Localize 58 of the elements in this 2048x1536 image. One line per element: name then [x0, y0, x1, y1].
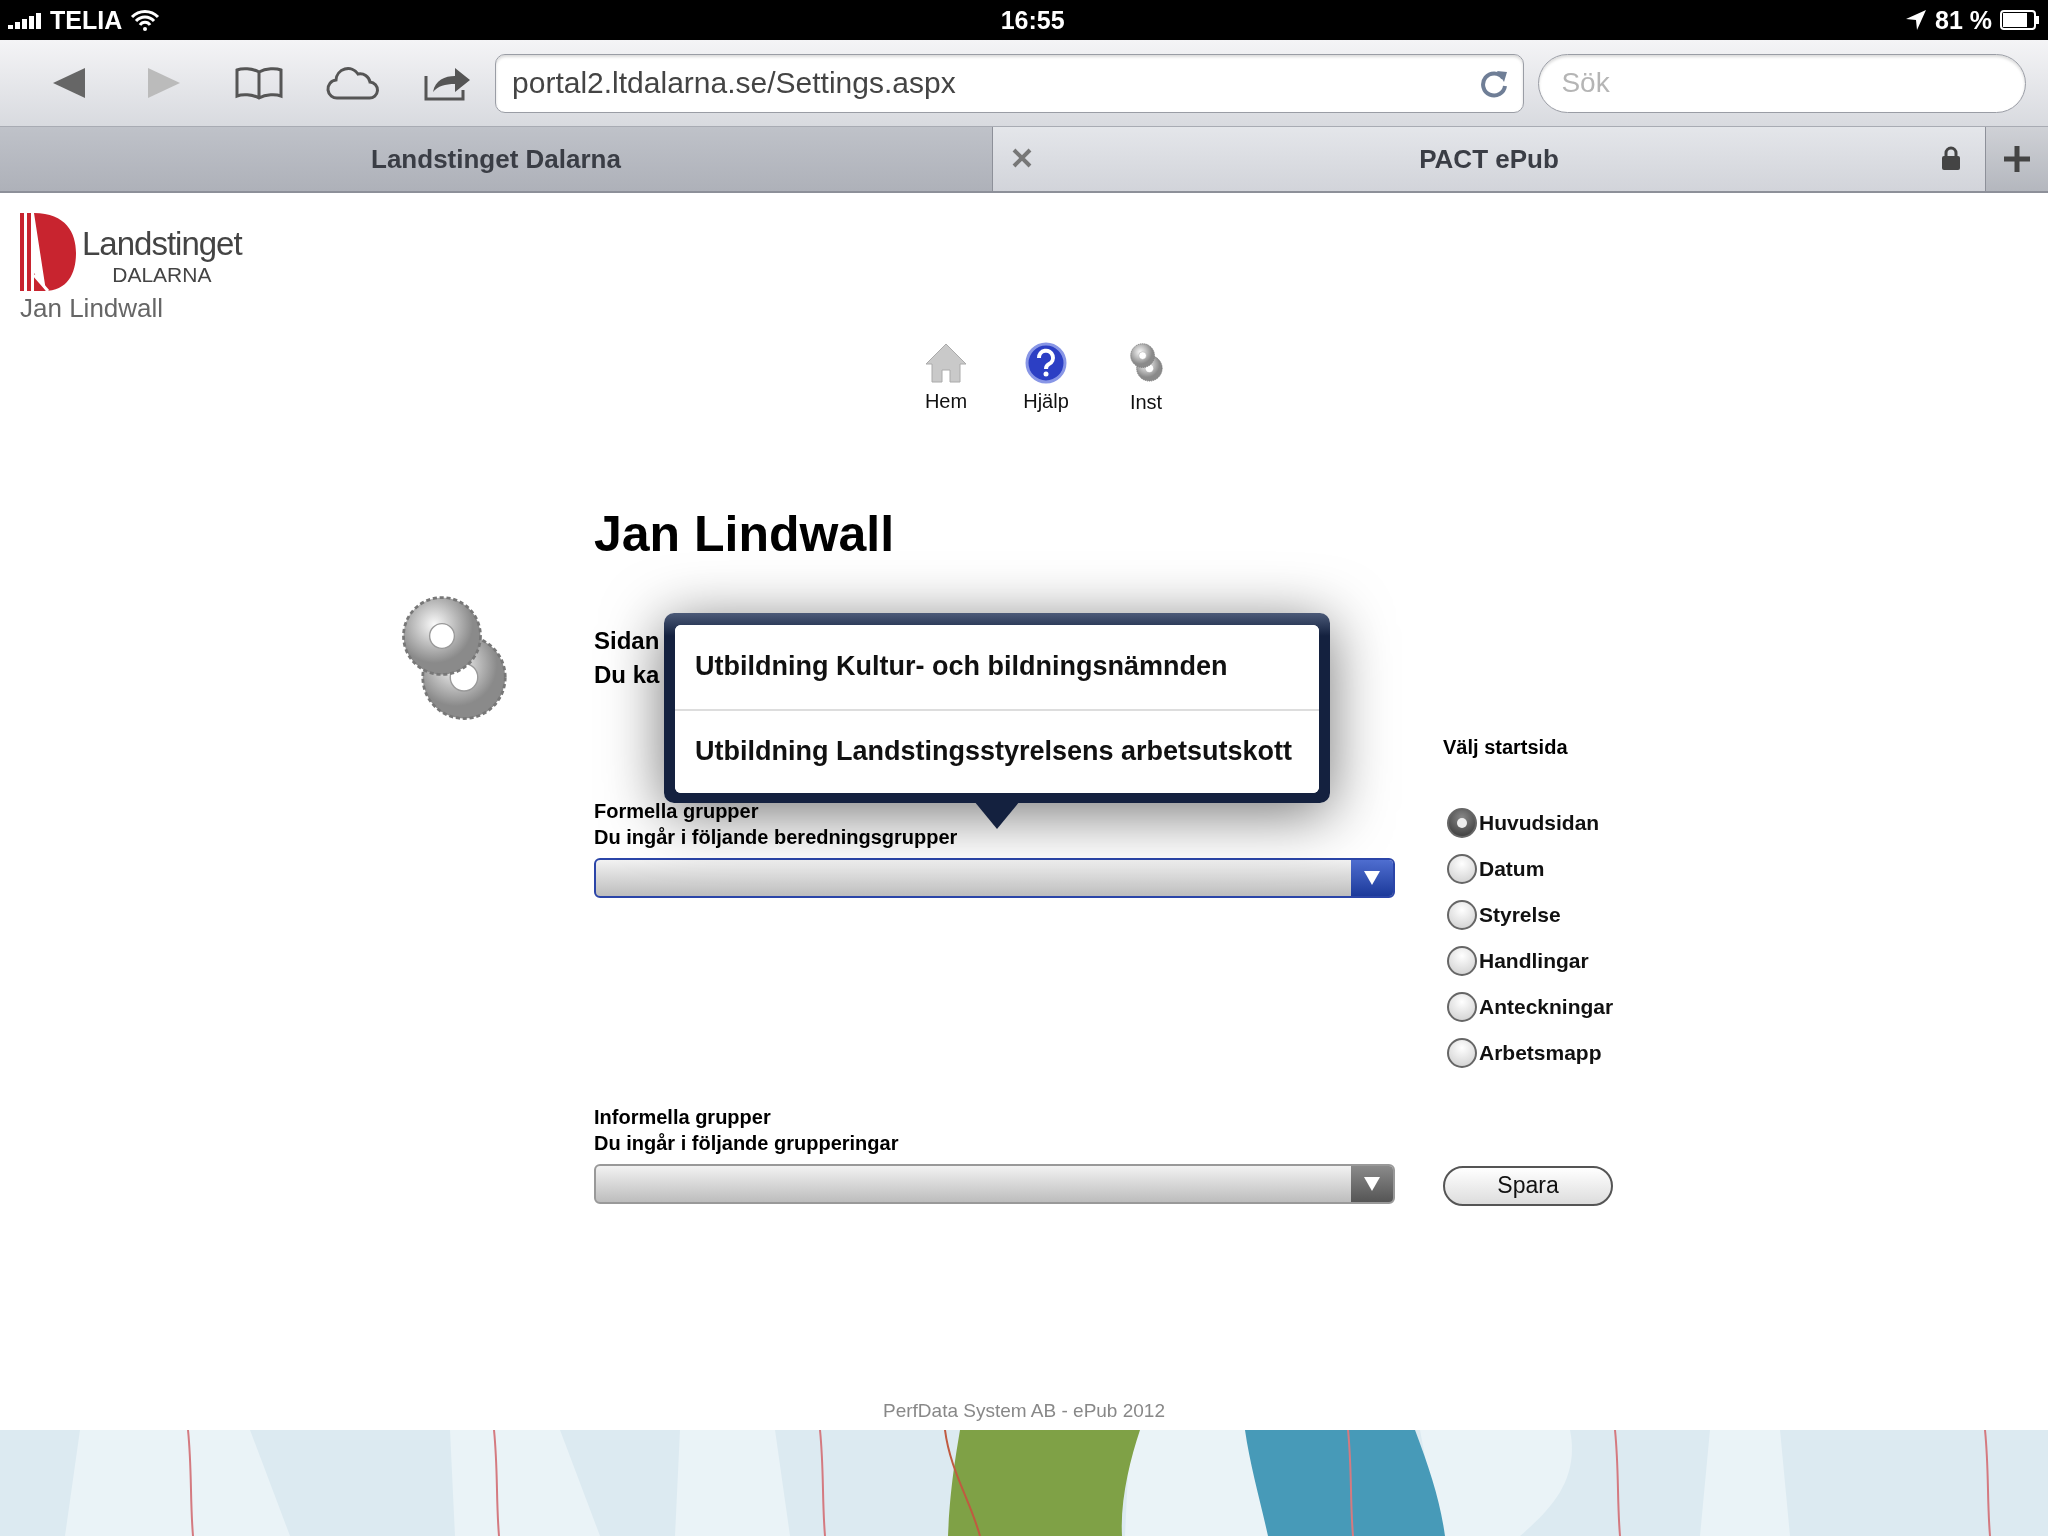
browser-tab[interactable]: PACT ePub: [993, 127, 1986, 191]
section-heading: Välj startsida: [1443, 734, 1568, 759]
popover-pointer-icon: [974, 800, 1020, 829]
group-description: Du ingår i följande beredningsgrupper: [594, 824, 958, 850]
close-icon[interactable]: [1011, 147, 1033, 169]
help-icon: [1025, 342, 1067, 384]
browser-tab[interactable]: Landstinget Dalarna: [0, 127, 993, 191]
carrier-name: TELIA: [50, 5, 123, 35]
gears-icon: [1129, 342, 1163, 385]
page-title: Jan Lindwall: [594, 504, 896, 564]
nav-link[interactable]: Inst: [1118, 342, 1174, 414]
lock-icon: [1941, 145, 1961, 171]
group-dropdown[interactable]: [594, 1163, 1395, 1204]
book-icon: [233, 66, 284, 100]
intro-text: Sidan: [594, 625, 660, 656]
reload-icon[interactable]: [1479, 68, 1510, 98]
dropdown-arrow-icon: [1363, 1175, 1381, 1192]
radio-option[interactable]: Styrelse: [1443, 891, 1614, 938]
wifi-icon: [130, 9, 161, 31]
save-button[interactable]: Spara: [1443, 1165, 1613, 1206]
nav-link[interactable]: Hjälp: [1018, 342, 1074, 414]
signal-icon: [8, 11, 42, 29]
radio-button[interactable]: [1447, 899, 1477, 930]
logo-subtitle: DALARNA: [112, 263, 212, 287]
group-description: Du ingår i följande grupperingar: [594, 1130, 899, 1156]
nav-link[interactable]: Hem: [918, 342, 974, 414]
battery-icon: [2000, 10, 2040, 30]
radio-option[interactable]: Arbetsmapp: [1443, 1029, 1614, 1076]
battery-percentage: 81 %: [1935, 5, 1992, 35]
search-field[interactable]: Sök: [1538, 53, 2026, 113]
radio-button[interactable]: [1447, 1037, 1477, 1068]
url-field[interactable]: portal2.ltdalarna.se/Settings.aspx: [495, 53, 1525, 113]
home-icon: [924, 342, 968, 384]
radio-option[interactable]: Handlingar: [1443, 937, 1614, 984]
dropdown-arrow-icon: [1363, 869, 1381, 886]
radio-option[interactable]: Datum: [1443, 845, 1614, 892]
logo-icon: [20, 213, 76, 291]
group-heading: Informella grupper: [594, 1104, 771, 1130]
logo-wordmark: Landstinget: [82, 225, 242, 263]
new-tab-button[interactable]: [1986, 127, 2048, 191]
radio-option[interactable]: Anteckningar: [1443, 983, 1614, 1030]
user-name: Jan Lindwall: [20, 293, 164, 324]
dropdown-option[interactable]: Utbildning Landstingsstyrelsens arbetsutskott: [675, 708, 1319, 793]
radio-button[interactable]: [1447, 853, 1477, 884]
back-arrow-icon: [51, 66, 88, 100]
cloud-icon: [326, 65, 381, 101]
plus-icon: [2003, 145, 2031, 173]
group-dropdown[interactable]: [594, 857, 1395, 898]
footer-text: PerfData System AB - ePub 2012: [883, 1400, 1165, 1421]
intro-text: Du ka: [594, 659, 660, 690]
location-arrow-icon: [1905, 9, 1927, 31]
radio-button[interactable]: [1447, 807, 1477, 838]
radio-button[interactable]: [1447, 991, 1477, 1022]
radio-option[interactable]: Huvudsidan: [1443, 799, 1614, 846]
clock-time: 16:55: [1000, 5, 1065, 34]
group-heading: Formella grupper: [594, 798, 759, 824]
radio-button[interactable]: [1447, 945, 1477, 976]
forward-arrow-icon: [145, 66, 182, 100]
